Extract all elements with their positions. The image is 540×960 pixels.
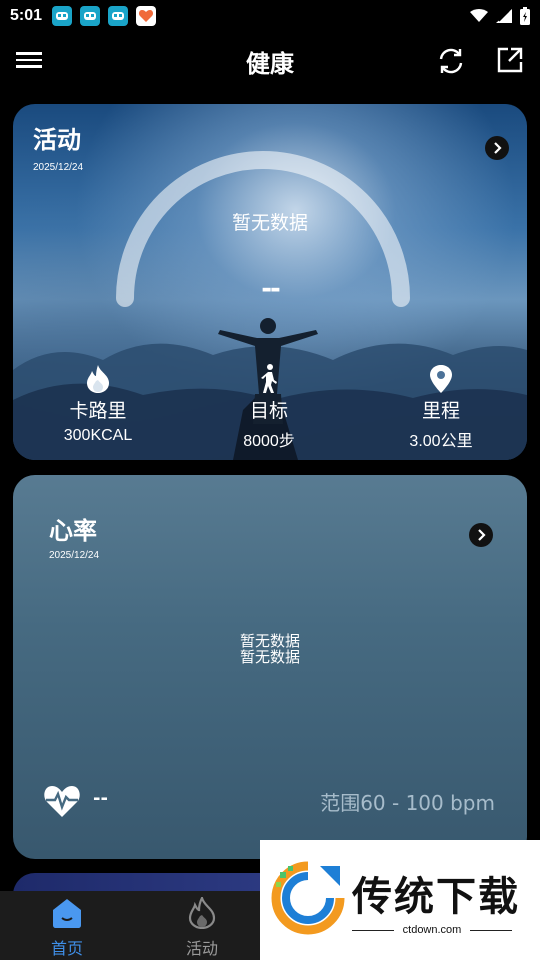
- watermark-rule: [470, 930, 512, 931]
- app-header: 健康: [0, 32, 540, 90]
- heart-rate-value: --: [93, 788, 108, 809]
- nav-label: 活动: [185, 939, 218, 958]
- activity-date: 2025/12/24: [33, 162, 84, 173]
- stat-label: 里程: [421, 400, 460, 422]
- health-app-notification-icon: [136, 6, 157, 26]
- status-time: 5:01: [10, 7, 43, 24]
- no-data-line: 暂无数据: [239, 648, 300, 666]
- stat-value: 8000步: [243, 433, 295, 450]
- nav-activity[interactable]: 活动: [162, 894, 242, 959]
- app-notification-icon: [52, 6, 73, 26]
- heartbeat-icon: [44, 786, 80, 817]
- heart-rate-no-data: 暂无数据 暂无数据: [13, 633, 527, 665]
- heart-rate-card[interactable]: 心率 2025/12/24 暂无数据 暂无数据 -- 范围60 - 100 bp…: [13, 475, 527, 859]
- heart-rate-date: 2025/12/24: [49, 550, 100, 561]
- status-bar: 5:01: [0, 0, 540, 32]
- heart-rate-range: 范围60 - 100 bpm: [320, 791, 495, 815]
- system-icons: [470, 7, 530, 25]
- no-data-line: 暂无数据: [239, 632, 300, 650]
- app-notification-icon: [108, 6, 129, 26]
- sync-button[interactable]: [436, 46, 466, 76]
- stat-distance: 里程 3.00公里: [381, 364, 501, 451]
- stat-label: 卡路里: [69, 400, 127, 422]
- activity-title: 活动: [33, 126, 81, 154]
- heart-rate-detail-button[interactable]: [469, 523, 493, 547]
- app-notification-icon: [80, 6, 101, 26]
- stat-calories: 卡路里 300KCAL: [38, 364, 158, 445]
- gauge-no-data-text: 暂无数据: [231, 212, 308, 234]
- stat-value: 3.00公里: [409, 433, 473, 450]
- stat-label: 目标: [249, 400, 288, 422]
- wifi-icon: [470, 9, 488, 22]
- home-icon: [53, 899, 81, 928]
- notification-icons: [52, 6, 157, 26]
- flame-icon: [188, 894, 216, 930]
- location-pin-icon: [430, 365, 452, 393]
- share-button[interactable]: [496, 46, 524, 74]
- activity-detail-button[interactable]: [485, 136, 509, 160]
- gauge-value: --: [261, 274, 281, 304]
- signal-icon: [496, 9, 512, 23]
- walker-icon: [261, 364, 277, 393]
- stat-value: 300KCAL: [63, 427, 133, 444]
- heart-rate-title: 心率: [49, 517, 97, 545]
- watermark: 传统下载 ctdown.com: [260, 840, 540, 960]
- chevron-right-icon: [478, 529, 486, 541]
- activity-card[interactable]: 活动 2025/12/24 暂无数据 -- 卡路里 300KCAL 目标 800…: [13, 104, 527, 460]
- battery-icon: [520, 7, 530, 25]
- stat-goal: 目标 8000步: [209, 364, 329, 451]
- nav-home[interactable]: 首页: [27, 897, 107, 959]
- watermark-logo: [271, 861, 345, 935]
- nav-label: 首页: [50, 939, 83, 958]
- chevron-right-icon: [494, 142, 502, 154]
- watermark-brand: 传统下载: [352, 874, 520, 920]
- flame-icon: [87, 365, 109, 393]
